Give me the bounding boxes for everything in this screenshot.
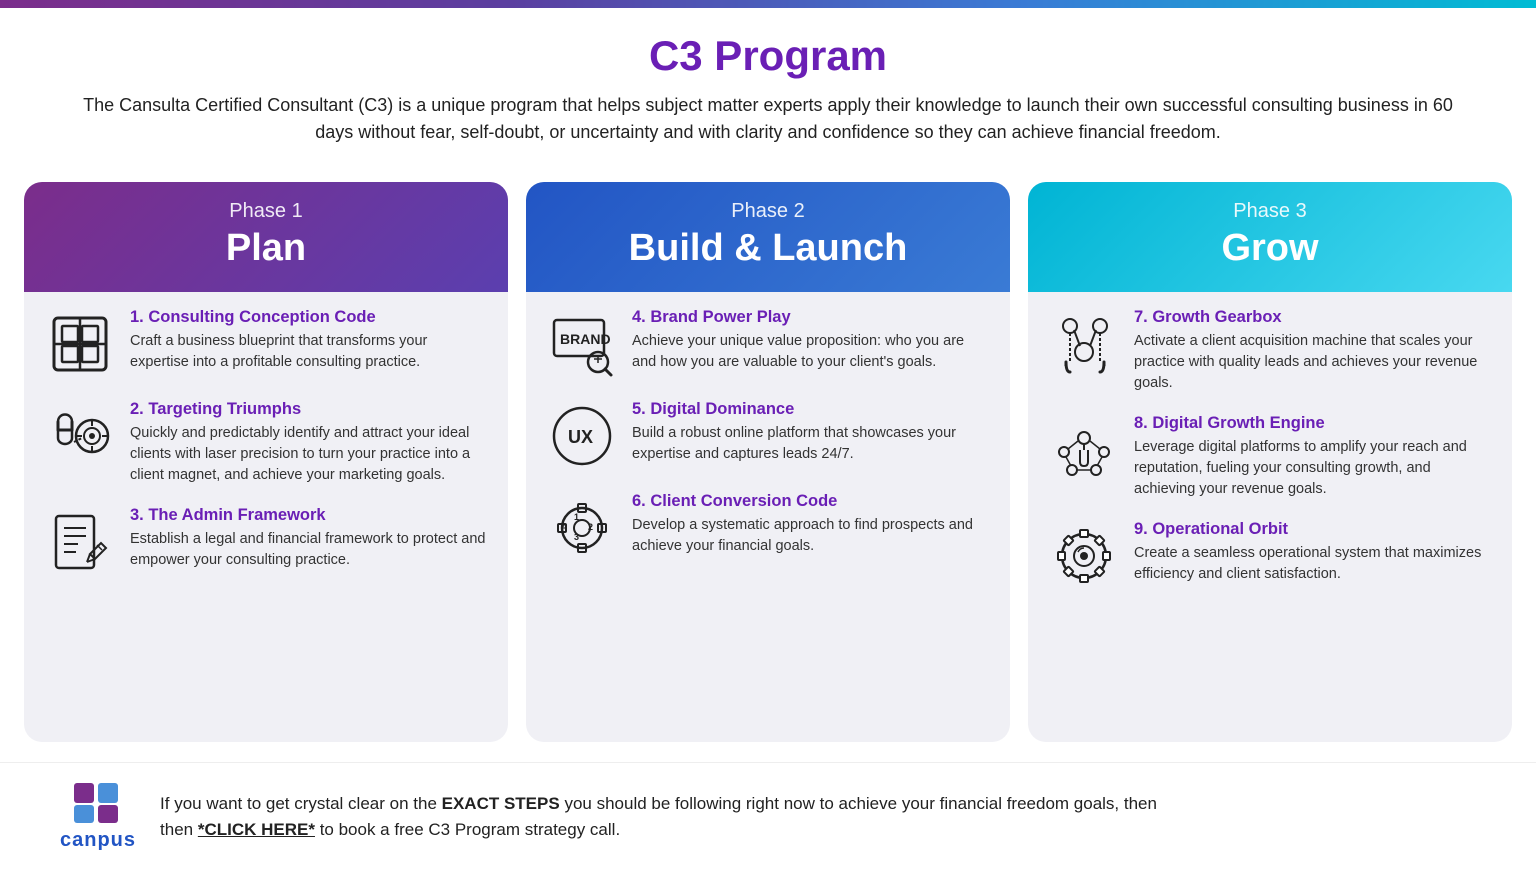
item-7-text: 7. Growth Gearbox Activate a client acqu…	[1134, 308, 1492, 394]
phase-2-column: Phase 2 Build & Launch BRAND	[526, 182, 1010, 742]
phase-3-column: Phase 3 Grow	[1028, 182, 1512, 742]
item-5-text: 5. Digital Dominance Build a robust onli…	[632, 400, 990, 465]
header: C3 Program The Cansulta Certified Consul…	[0, 8, 1536, 162]
phase-3-num: Phase 3	[1048, 200, 1492, 223]
item-7-desc: Activate a client acquisition machine th…	[1134, 331, 1492, 394]
blueprint-icon	[44, 308, 116, 380]
svg-text:2: 2	[588, 522, 593, 532]
item-5: UX 5. Digital Dominance Build a robust o…	[546, 400, 990, 472]
page-title: C3 Program	[60, 32, 1476, 80]
phase-1-column: Phase 1 Plan 1. Consulting	[24, 182, 508, 742]
brand-icon: BRAND	[546, 308, 618, 380]
phase-3-items: 7. Growth Gearbox Activate a client acqu…	[1028, 292, 1512, 742]
item-6: 1 3 2 4 6. Client Conversion Code Develo…	[546, 492, 990, 564]
item-2-title: 2. Targeting Triumphs	[130, 400, 488, 419]
item-1-title: 1. Consulting Conception Code	[130, 308, 488, 327]
item-8-text: 8. Digital Growth Engine Leverage digita…	[1134, 414, 1492, 500]
phase-1-items: 1. Consulting Conception Code Craft a bu…	[24, 292, 508, 742]
item-1: 1. Consulting Conception Code Craft a bu…	[44, 308, 488, 380]
item-8-title: 8. Digital Growth Engine	[1134, 414, 1492, 433]
phases-container: Phase 1 Plan 1. Consulting	[0, 162, 1536, 762]
digital-hand-icon	[1048, 414, 1120, 486]
item-3: 3. The Admin Framework Establish a legal…	[44, 506, 488, 578]
item-5-desc: Build a robust online platform that show…	[632, 423, 990, 465]
gear-circle-icon	[1048, 520, 1120, 592]
header-description: The Cansulta Certified Consultant (C3) i…	[78, 92, 1458, 146]
magnet-target-icon	[44, 400, 116, 472]
svg-text:1: 1	[574, 512, 579, 522]
magnet-people-icon	[1048, 308, 1120, 380]
phase-2-header: Phase 2 Build & Launch	[526, 182, 1010, 292]
ux-icon: UX	[546, 400, 618, 472]
phase-3-name: Grow	[1048, 227, 1492, 270]
item-9: 9. Operational Orbit Create a seamless o…	[1048, 520, 1492, 592]
svg-text:BRAND: BRAND	[560, 331, 611, 347]
phase-2-num: Phase 2	[546, 200, 990, 223]
item-1-text: 1. Consulting Conception Code Craft a bu…	[130, 308, 488, 373]
footer-text-end: .	[615, 820, 620, 839]
item-2-desc: Quickly and predictably identify and att…	[130, 423, 488, 486]
svg-text:4: 4	[562, 522, 567, 532]
phase-3-header: Phase 3 Grow	[1028, 182, 1512, 292]
item-4-desc: Achieve your unique value proposition: w…	[632, 331, 990, 373]
item-3-text: 3. The Admin Framework Establish a legal…	[130, 506, 488, 571]
item-9-text: 9. Operational Orbit Create a seamless o…	[1134, 520, 1492, 585]
item-7-title: 7. Growth Gearbox	[1134, 308, 1492, 327]
item-4-title: 4. Brand Power Play	[632, 308, 990, 327]
canpus-logo: canpus	[60, 781, 136, 852]
doc-edit-icon	[44, 506, 116, 578]
item-8-desc: Leverage digital platforms to amplify yo…	[1134, 437, 1492, 500]
footer-cta-link[interactable]: *CLICK HERE*	[198, 820, 315, 839]
canpus-logo-icon	[72, 781, 124, 825]
footer-text-middle: you should be following right now to ach…	[560, 794, 1157, 813]
item-6-title: 6. Client Conversion Code	[632, 492, 990, 511]
svg-text:UX: UX	[568, 427, 593, 447]
phase-2-name: Build & Launch	[546, 227, 990, 270]
item-1-desc: Craft a business blueprint that transfor…	[130, 331, 488, 373]
item-6-desc: Develop a systematic approach to find pr…	[632, 515, 990, 557]
item-9-desc: Create a seamless operational system tha…	[1134, 543, 1492, 585]
footer-text: If you want to get crystal clear on the …	[160, 791, 1157, 842]
footer: canpus If you want to get crystal clear …	[0, 762, 1536, 870]
phase-2-items: BRAND 4. Brand Power Play Achieve your u…	[526, 292, 1010, 742]
item-8: 8. Digital Growth Engine Leverage digita…	[1048, 414, 1492, 500]
item-9-title: 9. Operational Orbit	[1134, 520, 1492, 539]
item-2-text: 2. Targeting Triumphs Quickly and predic…	[130, 400, 488, 486]
item-2: 2. Targeting Triumphs Quickly and predic…	[44, 400, 488, 486]
item-3-title: 3. The Admin Framework	[130, 506, 488, 525]
phase-1-num: Phase 1	[44, 200, 488, 223]
footer-text-after: to book a free C3 Program strategy call	[315, 820, 615, 839]
canpus-logo-text: canpus	[60, 829, 136, 852]
phase-1-header: Phase 1 Plan	[24, 182, 508, 292]
svg-text:3: 3	[574, 532, 579, 542]
footer-text-before: If you want to get crystal clear on the	[160, 794, 442, 813]
gear-numbers-icon: 1 3 2 4	[546, 492, 618, 564]
item-4-text: 4. Brand Power Play Achieve your unique …	[632, 308, 990, 373]
footer-text-bold: EXACT STEPS	[442, 794, 560, 813]
item-5-title: 5. Digital Dominance	[632, 400, 990, 419]
item-4: BRAND 4. Brand Power Play Achieve your u…	[546, 308, 990, 380]
item-6-text: 6. Client Conversion Code Develop a syst…	[632, 492, 990, 557]
item-3-desc: Establish a legal and financial framewor…	[130, 529, 488, 571]
item-7: 7. Growth Gearbox Activate a client acqu…	[1048, 308, 1492, 394]
top-bar	[0, 0, 1536, 8]
phase-1-name: Plan	[44, 227, 488, 270]
